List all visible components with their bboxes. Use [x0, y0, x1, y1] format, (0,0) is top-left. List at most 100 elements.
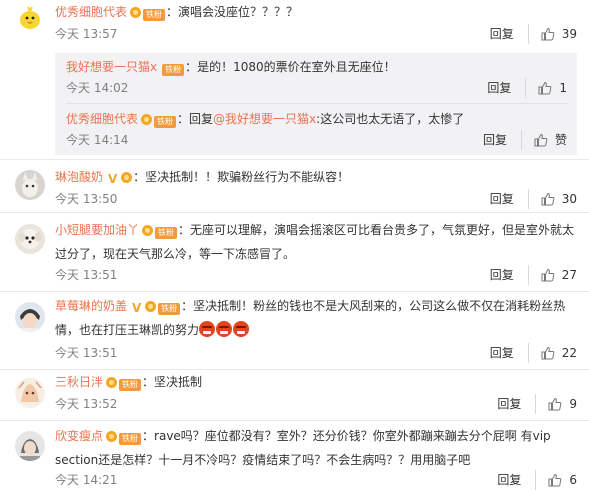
- like-button[interactable]: 22: [529, 343, 577, 363]
- reply-button[interactable]: 回复: [483, 130, 522, 150]
- username[interactable]: 优秀细胞代表: [66, 112, 138, 126]
- like-button[interactable]: 1: [526, 78, 567, 98]
- thumbs-up-icon: [548, 473, 562, 487]
- like-count: 赞: [554, 133, 567, 147]
- reply-button[interactable]: 回复: [490, 265, 529, 285]
- fan-badge: 铁粉: [154, 116, 177, 128]
- verified-badge: V: [132, 301, 142, 315]
- crown-icon: [145, 301, 157, 312]
- username[interactable]: 草莓琳的奶盖: [55, 299, 127, 313]
- timestamp: 今天 13:50: [55, 192, 118, 206]
- comment-text-line: 三秋日泮 铁粉 ：坚决抵制: [55, 371, 577, 395]
- reply-text-line: 我好想要一只猫x 铁粉 ：是的！1080的票价在室外且无座位！: [66, 56, 567, 80]
- verified-badge: V: [108, 172, 118, 186]
- angry-emoji: [233, 321, 250, 337]
- fan-badge: 铁粉: [158, 303, 181, 315]
- comment-item: 琳泡酸奶 V ：坚决抵制！！欺骗粉丝行为不能纵容！ 今天 13:50 回复 30: [0, 160, 589, 213]
- avatar[interactable]: [15, 378, 45, 408]
- comment-actions: 回复 39: [490, 24, 577, 44]
- crown-icon: [106, 431, 118, 442]
- reply-meta: 今天 14:14 回复 赞: [66, 130, 567, 150]
- user-badges: V 铁粉: [130, 297, 181, 319]
- reply-item: 我好想要一只猫x 铁粉 ：是的！1080的票价在室外且无座位！ 今天 14:02 回…: [55, 53, 577, 103]
- comment-meta: 今天 13:50 回复 30: [55, 189, 577, 209]
- divider: [66, 103, 567, 104]
- reply-button[interactable]: 回复: [490, 189, 529, 209]
- mention-link[interactable]: @我好想要一只猫x: [213, 112, 316, 126]
- user-badges: V: [106, 168, 133, 190]
- fan-badge: 铁粉: [143, 9, 166, 21]
- like-button[interactable]: 30: [529, 189, 577, 209]
- comment-actions: 回复 9: [497, 394, 577, 414]
- comment-meta: 今天 14:21 回复 6: [55, 470, 577, 490]
- thumbs-up-icon: [538, 81, 552, 95]
- reply-button[interactable]: 回复: [490, 343, 529, 363]
- comment-text-line: 草莓琳的奶盖 V 铁粉 ：坚决抵制！粉丝的钱也不是大风刮来的，公司这么做不仅在消耗粉…: [55, 297, 566, 337]
- avatar[interactable]: [15, 431, 45, 461]
- reply-button[interactable]: 回复: [487, 78, 527, 98]
- crown-icon: [121, 172, 133, 183]
- reply-meta: 今天 14:02 回复 1: [66, 78, 567, 98]
- username[interactable]: 琳泡酸奶: [55, 170, 103, 184]
- timestamp: 今天 13:51: [55, 268, 118, 282]
- avatar[interactable]: [15, 302, 45, 332]
- comment-item: 欣变瘦点 铁粉 ：rave吗？座位都没有？室外？还分价钱？你室外都蹦来蹦去分个屁啊 …: [0, 421, 589, 490]
- like-button[interactable]: 39: [529, 24, 577, 44]
- crown-icon: [130, 7, 142, 18]
- thumbs-up-icon: [541, 268, 555, 282]
- reply-button[interactable]: 回复: [497, 470, 537, 490]
- user-badges: 铁粉: [142, 221, 178, 243]
- reply-actions: 回复 1: [487, 78, 567, 98]
- like-button[interactable]: 9: [536, 394, 577, 414]
- reply-text-line: 优秀细胞代表 铁粉 ：回复@我好想要一只猫x:这公司也太无语了，太惨了: [66, 108, 567, 132]
- comment-actions: 回复 30: [490, 189, 577, 209]
- like-count: 9: [569, 397, 577, 411]
- avatar[interactable]: [15, 170, 45, 200]
- comment-text: 坚决抵制！！欺骗粉丝行为不能纵容！: [145, 170, 350, 184]
- like-button[interactable]: 赞: [522, 130, 567, 150]
- thumbs-up-icon: [541, 192, 555, 206]
- user-badges: 铁粉: [130, 3, 166, 25]
- angry-emoji: [199, 321, 216, 337]
- comment-text: 坚决抵制: [154, 375, 203, 389]
- thumbs-up-icon: [534, 133, 548, 147]
- user-badges: 铁粉: [160, 58, 185, 80]
- user-badges: 铁粉: [141, 110, 177, 132]
- reply-text: 这公司也太无语了，太惨了: [320, 112, 465, 126]
- comment-item: 草莓琳的奶盖 V 铁粉 ：坚决抵制！粉丝的钱也不是大风刮来的，公司这么做不仅在消耗粉…: [0, 292, 589, 370]
- avatar[interactable]: [15, 224, 45, 254]
- reply-button[interactable]: 回复: [497, 394, 537, 414]
- thumbs-up-icon: [548, 397, 562, 411]
- timestamp: 今天 13:52: [55, 397, 118, 411]
- timestamp: 今天 14:02: [66, 81, 129, 95]
- timestamp: 今天 13:51: [55, 346, 118, 360]
- username[interactable]: 小短腿要加油丫: [55, 223, 139, 237]
- reply-list: 我好想要一只猫x 铁粉 ：是的！1080的票价在室外且无座位！ 今天 14:02 回…: [55, 53, 577, 155]
- comment-meta: 今天 13:52 回复 9: [55, 394, 577, 414]
- comment-text-line: 优秀细胞代表 铁粉 ：演唱会没座位？？？？: [55, 1, 577, 25]
- comment-meta: 今天 13:51 回复 22: [55, 343, 577, 363]
- like-count: 6: [569, 473, 577, 487]
- like-button[interactable]: 6: [536, 470, 577, 490]
- comment-actions: 回复 27: [490, 265, 577, 285]
- username[interactable]: 欣变瘦点: [55, 429, 103, 443]
- username[interactable]: 优秀细胞代表: [55, 5, 127, 19]
- timestamp: 今天 14:14: [66, 133, 129, 147]
- like-count: 39: [561, 27, 577, 41]
- crown-icon: [142, 225, 154, 236]
- fan-badge: 铁粉: [119, 433, 142, 445]
- like-count: 1: [559, 81, 567, 95]
- reply-button[interactable]: 回复: [490, 24, 529, 44]
- comment-meta: 今天 13:51 回复 27: [55, 265, 577, 285]
- like-button[interactable]: 27: [529, 265, 577, 285]
- like-count: 27: [561, 268, 577, 282]
- username[interactable]: 三秋日泮: [55, 375, 103, 389]
- fan-badge: 铁粉: [155, 227, 178, 239]
- avatar[interactable]: [15, 3, 45, 33]
- comment-item: 三秋日泮 铁粉 ：坚决抵制 今天 13:52 回复 9: [0, 370, 589, 421]
- comment-text: 演唱会没座位？？？？: [178, 5, 299, 19]
- reply-prefix: 回复: [189, 112, 214, 126]
- crown-icon: [141, 114, 153, 125]
- username[interactable]: 我好想要一只猫x: [66, 60, 157, 74]
- like-count: 30: [561, 192, 577, 206]
